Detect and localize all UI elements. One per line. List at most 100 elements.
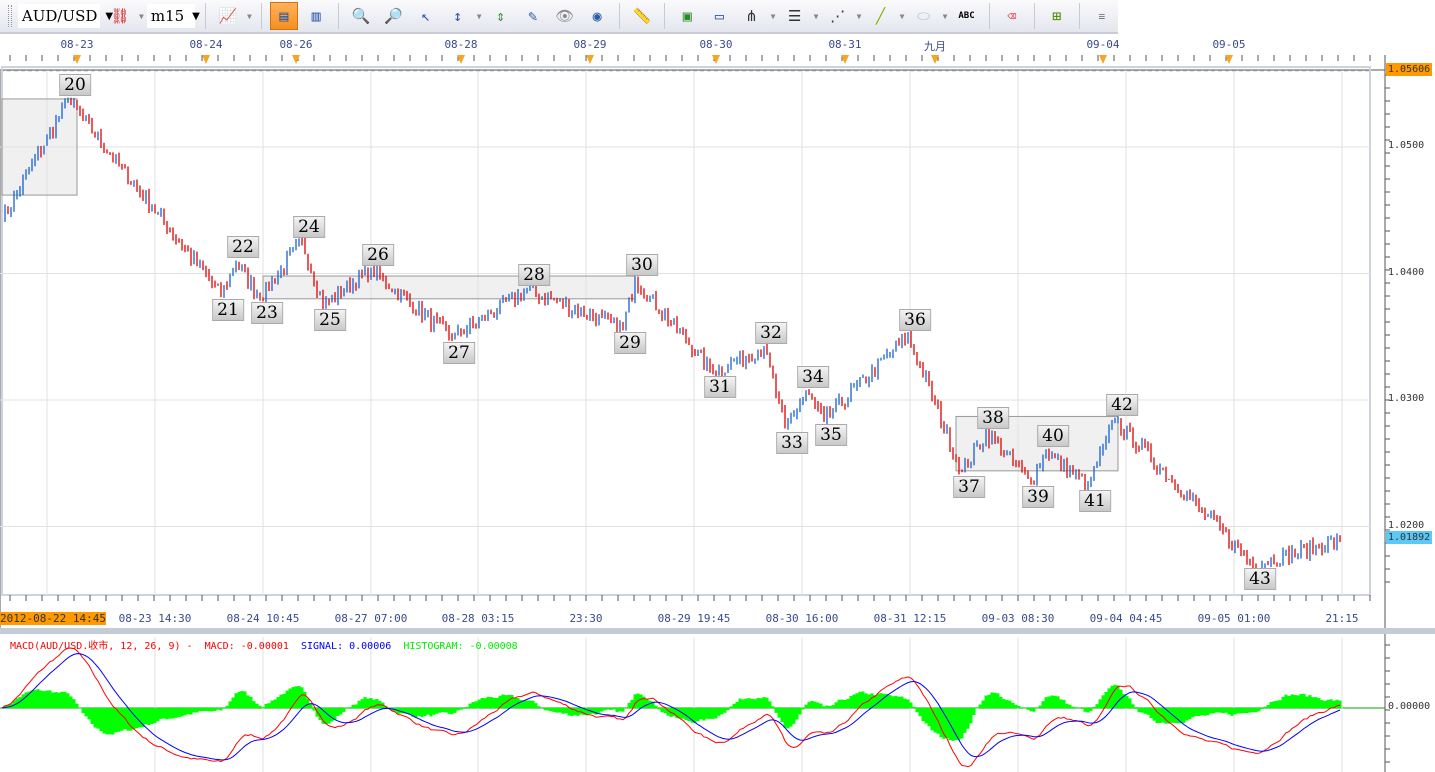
top-date-label: 08-26 — [279, 38, 313, 51]
chart-type-icon[interactable]: 📈 — [214, 2, 242, 30]
price-tick-label: 1.0300 — [1388, 393, 1425, 404]
macd-value: MACD: -0.00001 — [204, 641, 289, 652]
wave-label[interactable]: 23 — [251, 301, 283, 324]
time-axis-label: 08-31 12:15 — [873, 612, 947, 625]
wave-label[interactable]: 36 — [899, 309, 931, 332]
wave-label[interactable]: 42 — [1106, 394, 1138, 417]
separator — [1033, 3, 1035, 29]
ruler-icon[interactable]: 📏 — [628, 2, 656, 30]
text-icon[interactable]: ABC — [952, 2, 980, 30]
hierarchy-icon[interactable]: ⊞ — [1043, 2, 1071, 30]
top-date-label: 08-29 — [573, 38, 607, 51]
bar-chart-icon[interactable]: ▤ — [269, 2, 298, 30]
symbol-select[interactable]: AUD/USD ▼ — [17, 4, 113, 28]
price-tick-label: 1.0200 — [1388, 519, 1425, 531]
time-axis-label: 2012-08-22 14:45 — [0, 612, 106, 625]
wave-label[interactable]: 35 — [815, 424, 847, 447]
price-chart[interactable] — [0, 55, 1435, 772]
dropdown-arrow-icon[interactable]: ▼ — [943, 12, 948, 21]
separator — [988, 3, 990, 29]
more-icon[interactable]: ≡ — [1088, 2, 1116, 30]
wave-label[interactable]: 37 — [953, 476, 985, 499]
zoom-out-icon[interactable]: 🔎 — [379, 2, 407, 30]
wave-label[interactable]: 31 — [704, 376, 736, 399]
histogram-value: HISTOGRAM: -0.00008 — [403, 641, 518, 652]
symbol-value: AUD/USD — [21, 7, 98, 25]
current-price-badge: 1.01892 — [1386, 531, 1433, 544]
dropdown-arrow-icon[interactable]: ▼ — [139, 12, 144, 21]
cursor-icon[interactable]: ↖ — [411, 2, 439, 30]
top-date-label: 08-24 — [189, 38, 223, 51]
properties-icon[interactable]: ✎ — [519, 2, 547, 30]
link-icon[interactable]: ⛓ — [106, 2, 134, 30]
eraser-icon[interactable]: ⌫ — [998, 2, 1026, 30]
window-icon[interactable]: ▭ — [705, 2, 733, 30]
ceiling-price-badge: 1.05606 — [1386, 63, 1433, 76]
panel-splitter — [0, 628, 1435, 634]
wave-label[interactable]: 38 — [977, 406, 1009, 429]
wave-label[interactable]: 40 — [1037, 424, 1069, 447]
wave-label[interactable]: 26 — [362, 243, 394, 266]
time-axis-label: 08-30 16:00 — [765, 612, 839, 625]
separator — [664, 3, 666, 29]
dropdown-arrow-icon[interactable]: ▼ — [857, 12, 862, 21]
time-axis-label: 21:15 — [1325, 612, 1359, 625]
signal-value: SIGNAL: 0.00006 — [300, 641, 392, 652]
dropdown-arrow-icon[interactable]: ▼ — [814, 12, 819, 21]
wave-label[interactable]: 30 — [626, 253, 658, 276]
wave-label[interactable]: 24 — [293, 215, 325, 238]
day-marker-icon — [202, 55, 210, 64]
vertical-zoom-icon[interactable]: ↕ — [444, 2, 472, 30]
wave-label[interactable]: 39 — [1022, 486, 1054, 509]
wave-label[interactable]: 21 — [212, 299, 244, 321]
trendline-icon[interactable]: ╱ — [866, 2, 894, 30]
dropdown-arrow-icon[interactable]: ▼ — [771, 12, 776, 21]
time-axis-label: 08-23 14:30 — [118, 612, 192, 625]
separator — [338, 3, 340, 29]
timeframe-select[interactable]: m15 ▼ — [146, 4, 200, 28]
view-icon[interactable]: 👁 — [551, 2, 579, 30]
macd-line — [1, 647, 1341, 768]
ellipse-icon[interactable]: ⬭ — [909, 2, 937, 30]
wave-label[interactable]: 22 — [227, 236, 259, 259]
macd-header: MACD(AUD/USD.收市, 12, 26, 9) - MACD: -0.0… — [10, 637, 518, 652]
fan-icon[interactable]: ⋰ — [823, 2, 851, 30]
toolbar: AUD/USD ▼ ⛓ ▼ m15 ▼ 📈 ▼ ▤ ▥ 🔍 🔎 ↖ ↕ ▼ ⇕ ✎ 👁 ◉… — [0, 0, 1118, 34]
wave-label[interactable]: 20 — [59, 74, 91, 97]
top-date-label: 08-28 — [444, 38, 478, 51]
dropdown-arrow-icon[interactable]: ▼ — [247, 12, 252, 21]
dropdown-arrow-icon[interactable]: ▼ — [477, 12, 482, 21]
toolbar-grip[interactable] — [8, 5, 12, 27]
price-tick-label: 1.0400 — [1388, 266, 1425, 278]
day-marker-icon — [712, 55, 720, 64]
wave-label[interactable]: 34 — [797, 366, 829, 389]
wave-label[interactable]: 27 — [443, 342, 475, 364]
candle-chart-icon[interactable]: ▥ — [302, 2, 330, 30]
wave-label[interactable]: 28 — [518, 263, 550, 286]
day-marker-icon — [292, 55, 300, 64]
wave-label[interactable]: 25 — [314, 309, 346, 332]
range-box — [1, 98, 78, 196]
wave-label[interactable]: 43 — [1244, 568, 1276, 591]
globe-icon[interactable]: ◉ — [583, 2, 611, 30]
timeframe-value: m15 — [150, 7, 185, 25]
macd-title: MACD(AUD/USD.收市, 12, 26, 9) - — [10, 641, 199, 652]
period-separator-icon[interactable]: ⇕ — [487, 2, 515, 30]
wave-label[interactable]: 32 — [755, 322, 787, 345]
wave-label[interactable]: 33 — [776, 431, 808, 454]
wave-label[interactable]: 29 — [614, 331, 646, 354]
dropdown-arrow-icon[interactable]: ▼ — [900, 12, 905, 21]
time-axis-label: 08-29 19:45 — [657, 612, 731, 625]
separator — [260, 3, 262, 29]
time-axis-label: 23:30 — [569, 612, 603, 625]
top-date-label: 08-31 — [828, 38, 862, 51]
pitchfork-icon[interactable]: ⋔ — [738, 2, 766, 30]
chevron-down-icon: ▼ — [192, 10, 200, 22]
separator — [619, 3, 621, 29]
wave-label[interactable]: 41 — [1079, 490, 1111, 513]
add-image-icon[interactable]: ▣ — [673, 2, 701, 30]
zoom-in-icon[interactable]: 🔍 — [347, 2, 375, 30]
fibonacci-icon[interactable]: ☰ — [781, 2, 809, 30]
time-axis-label: 09-05 01:00 — [1197, 612, 1271, 625]
time-axis-label: 08-28 03:15 — [441, 612, 515, 625]
